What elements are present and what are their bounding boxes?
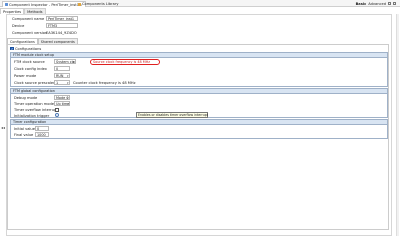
basic-mode-button[interactable]: Basic	[356, 2, 367, 6]
component-version-value: EA3K144_9Z4DO	[46, 31, 77, 35]
init-trigger-radio[interactable]	[55, 113, 59, 117]
clock-config-index-field[interactable]: 0	[54, 66, 70, 71]
inspector-icon	[5, 3, 8, 6]
power-mode-label: Power mode	[14, 74, 37, 78]
configurations-label: Configurations	[15, 46, 42, 51]
overflow-interrupt-label: Timer overflow interrupt	[14, 108, 58, 112]
prescaler-select[interactable]: 1	[54, 80, 70, 85]
initial-value-field[interactable]: 0	[35, 126, 49, 131]
device-label: Device	[12, 24, 25, 28]
view-mode-controls: Basic Advanced	[356, 1, 396, 6]
tab-components-library[interactable]: Components Library	[76, 1, 120, 7]
library-icon	[78, 2, 81, 6]
editor-tab-bar: Component Inspector - PeriTimer_inst1 × …	[0, 0, 400, 7]
init-trigger-label: Initialization trigger	[14, 113, 50, 118]
minimize-icon[interactable]	[388, 2, 391, 5]
final-value-field[interactable]: 1000	[35, 132, 49, 137]
configurations-checkbox[interactable]	[10, 46, 14, 50]
ftm-global-header[interactable]: FTM global configuration	[11, 89, 387, 94]
initial-value-label: Initial value	[14, 127, 35, 131]
overflow-interrupt-tooltip: Enables or disables timer overflow inter…	[136, 112, 209, 118]
overflow-interrupt-checkbox[interactable]	[55, 108, 59, 112]
device-field[interactable]: FTM3	[46, 23, 78, 28]
timer-operation-select[interactable]: Up timer	[54, 101, 70, 106]
final-value-label: Final value	[14, 133, 34, 137]
clock-source-select[interactable]: System clock	[54, 59, 76, 64]
counter-frequency-note: Counter clock frequency is 48 MHz	[73, 81, 136, 85]
debug-mode-select[interactable]: Mode 0	[54, 95, 70, 100]
advanced-mode-button[interactable]: Advanced	[368, 2, 386, 6]
clock-frequency-callout: Source clock frequency is 48 MHz	[90, 59, 160, 65]
tab-component-inspector[interactable]: Component Inspector - PeriTimer_inst1 ×	[2, 1, 86, 7]
component-name-label: Component name	[12, 17, 45, 21]
collapse-left-icon[interactable]: ◂◂	[1, 125, 5, 130]
ftm-clock-header[interactable]: FTM module clock setup	[11, 53, 387, 58]
vertical-scrollbar[interactable]	[396, 14, 399, 236]
prescaler-label: Clock source prescaler	[14, 81, 55, 85]
component-name-field[interactable]: PeriTimer_inst1	[46, 16, 78, 21]
debug-mode-label: Debug mode	[14, 96, 38, 100]
maximize-icon[interactable]	[393, 2, 396, 5]
component-version-label: Component version	[12, 31, 48, 35]
power-mode-select[interactable]: RUN	[54, 73, 70, 78]
timer-config-header[interactable]: Timer configuration	[11, 120, 387, 125]
clock-config-index-label: Clock config index	[14, 67, 47, 71]
timer-config-section: Timer configuration	[10, 119, 388, 139]
timer-operation-label: Timer operation mode	[14, 102, 55, 106]
clock-frequency-note: Source clock frequency is 48 MHz	[93, 60, 151, 65]
clock-source-label: FTM clock source	[14, 60, 45, 64]
